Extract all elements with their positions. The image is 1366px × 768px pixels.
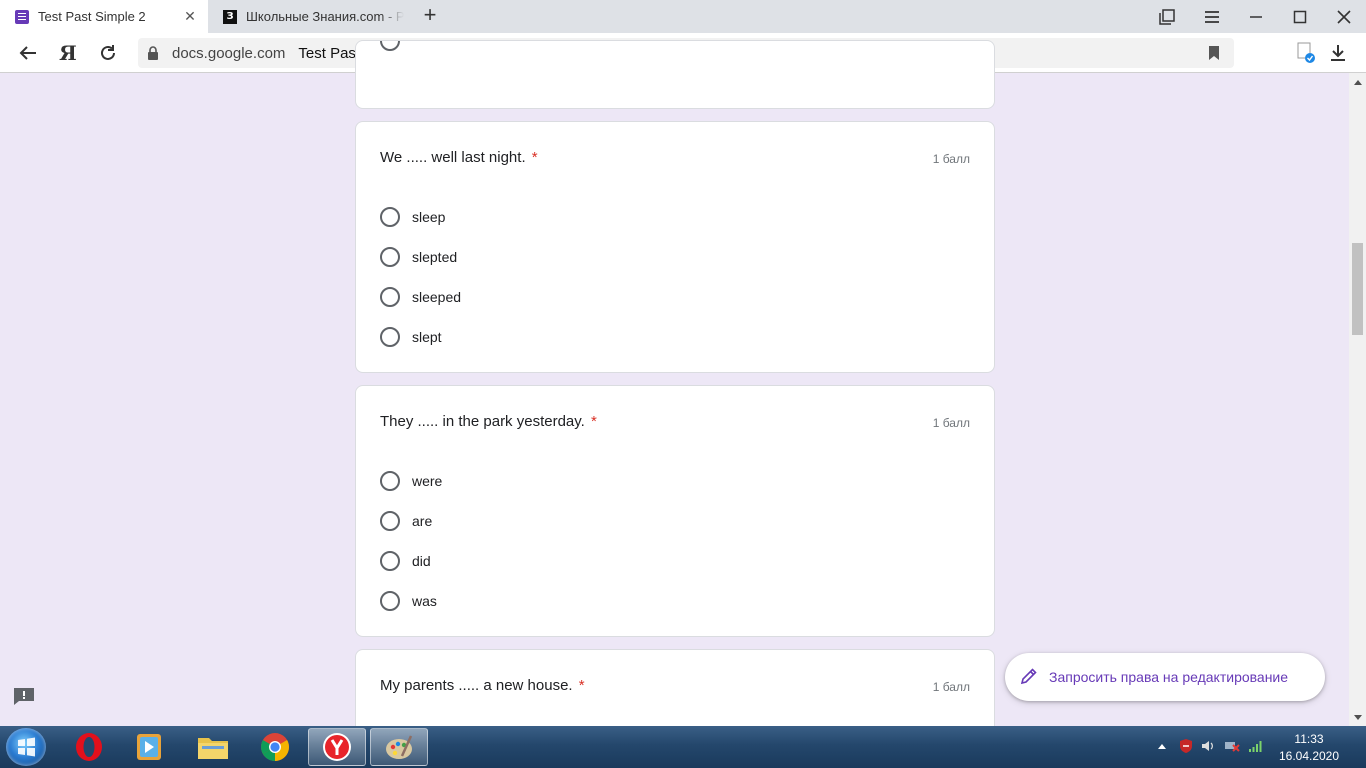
option-label: was <box>412 593 437 609</box>
option-slept[interactable]: slept <box>380 317 461 357</box>
question-text: They ..... in the park yesterday. <box>380 413 585 430</box>
required-mark: * <box>578 677 585 694</box>
option-sleeped[interactable]: sleeped <box>380 277 461 317</box>
scroll-up-icon[interactable] <box>1349 73 1366 90</box>
system-tray: 11:33 16.04.2020 <box>1136 726 1366 768</box>
option-label: sleep <box>412 209 446 225</box>
option-label: were <box>412 473 443 489</box>
feedback-icon[interactable] <box>13 687 35 706</box>
option-are[interactable]: are <box>380 501 442 541</box>
question-card: They ..... in the park yesterday. * 1 ба… <box>355 385 995 637</box>
scroll-down-icon[interactable] <box>1349 709 1366 726</box>
option-sleep[interactable]: sleep <box>380 197 461 237</box>
yandex-logo-icon[interactable]: Я <box>54 39 82 67</box>
security-shield-icon[interactable] <box>1178 738 1194 754</box>
options-list: were are did was <box>380 461 442 621</box>
option-was[interactable]: was <box>380 581 442 621</box>
radio-button[interactable] <box>380 207 400 227</box>
radio-button[interactable] <box>380 327 400 347</box>
tab-znanija[interactable]: З Школьные Знания.com - Р <box>208 0 404 33</box>
maximize-button[interactable] <box>1278 0 1322 33</box>
option-label: did <box>412 553 431 569</box>
option-label: slepted <box>412 249 458 265</box>
yandex-browser-icon[interactable] <box>308 728 366 766</box>
reader-mode-icon[interactable] <box>1292 39 1320 67</box>
question-points: 1 балл <box>932 152 970 166</box>
radio-button[interactable] <box>380 471 400 491</box>
tabs-manager-icon[interactable] <box>1145 0 1189 33</box>
google-forms-icon <box>15 9 29 24</box>
reload-icon[interactable] <box>94 39 122 67</box>
question-card: We ..... well last night. * 1 балл sleep… <box>355 121 995 373</box>
menu-icon[interactable] <box>1190 0 1234 33</box>
clock-date: 16.04.2020 <box>1278 749 1340 763</box>
taskbar: 11:33 16.04.2020 <box>0 726 1366 768</box>
option-label: slept <box>412 329 442 345</box>
scroll-thumb[interactable] <box>1352 243 1363 335</box>
start-button[interactable] <box>6 728 46 766</box>
url-domain: docs.google.com <box>172 44 286 62</box>
file-explorer-icon[interactable] <box>184 728 242 766</box>
volume-icon[interactable] <box>1200 738 1216 754</box>
system-clock[interactable]: 11:33 16.04.2020 <box>1274 731 1344 765</box>
tab-bar: Test Past Simple 2 ✕ З Школьные Знания.c… <box>0 0 1366 33</box>
request-edit-access-button[interactable]: Запросить права на редактирование <box>1005 653 1325 701</box>
required-mark: * <box>591 413 597 430</box>
radio-button[interactable] <box>380 591 400 611</box>
tab-close-icon[interactable]: ✕ <box>180 8 200 25</box>
question-card-previous <box>355 40 995 109</box>
lock-icon[interactable] <box>138 46 168 60</box>
tab-title: Школьные Знания.com - Р <box>246 9 404 24</box>
media-player-icon[interactable] <box>120 728 178 766</box>
tab-title: Test Past Simple 2 <box>38 9 146 24</box>
paint-icon[interactable] <box>370 728 428 766</box>
radio-button[interactable] <box>380 551 400 571</box>
question-title: They ..... in the park yesterday. * <box>380 413 597 430</box>
radio-button[interactable] <box>380 287 400 307</box>
pencil-icon <box>1019 666 1049 689</box>
question-points: 1 балл <box>932 416 970 430</box>
radio-button[interactable] <box>380 247 400 267</box>
znanija-icon: З <box>223 9 237 24</box>
show-hidden-icons-icon[interactable] <box>1154 738 1170 754</box>
clock-time: 11:33 <box>1294 732 1324 746</box>
question-text: We ..... well last night. <box>380 149 526 166</box>
question-points: 1 балл <box>932 680 970 694</box>
required-mark: * <box>531 149 538 166</box>
download-icon[interactable] <box>1324 39 1352 67</box>
question-title: My parents ..... a new house. * <box>380 677 585 694</box>
question-text: My parents ..... a new house. <box>380 677 573 694</box>
chrome-icon[interactable] <box>246 728 304 766</box>
request-edit-access-label: Запросить права на редактирование <box>1049 669 1289 685</box>
tab-test-past-simple[interactable]: Test Past Simple 2 ✕ <box>0 0 208 33</box>
new-tab-button[interactable]: + <box>418 4 442 28</box>
signal-strength-icon[interactable] <box>1248 738 1264 754</box>
option-were[interactable]: were <box>380 461 442 501</box>
question-title: We ..... well last night. * <box>380 149 538 166</box>
bookmark-icon[interactable] <box>1208 46 1220 64</box>
options-list: sleep slepted sleeped slept <box>380 197 461 357</box>
page-scrollbar[interactable] <box>1349 73 1366 726</box>
option-label: sleeped <box>412 289 462 305</box>
network-disconnected-icon[interactable] <box>1224 738 1240 754</box>
radio-button[interactable] <box>380 511 400 531</box>
opera-icon[interactable] <box>60 728 118 766</box>
option-slepted[interactable]: slepted <box>380 237 461 277</box>
option-did[interactable]: did <box>380 541 442 581</box>
option-label: are <box>412 513 433 529</box>
close-window-button[interactable] <box>1322 0 1366 33</box>
minimize-button[interactable] <box>1234 0 1278 33</box>
back-button[interactable] <box>14 39 42 67</box>
